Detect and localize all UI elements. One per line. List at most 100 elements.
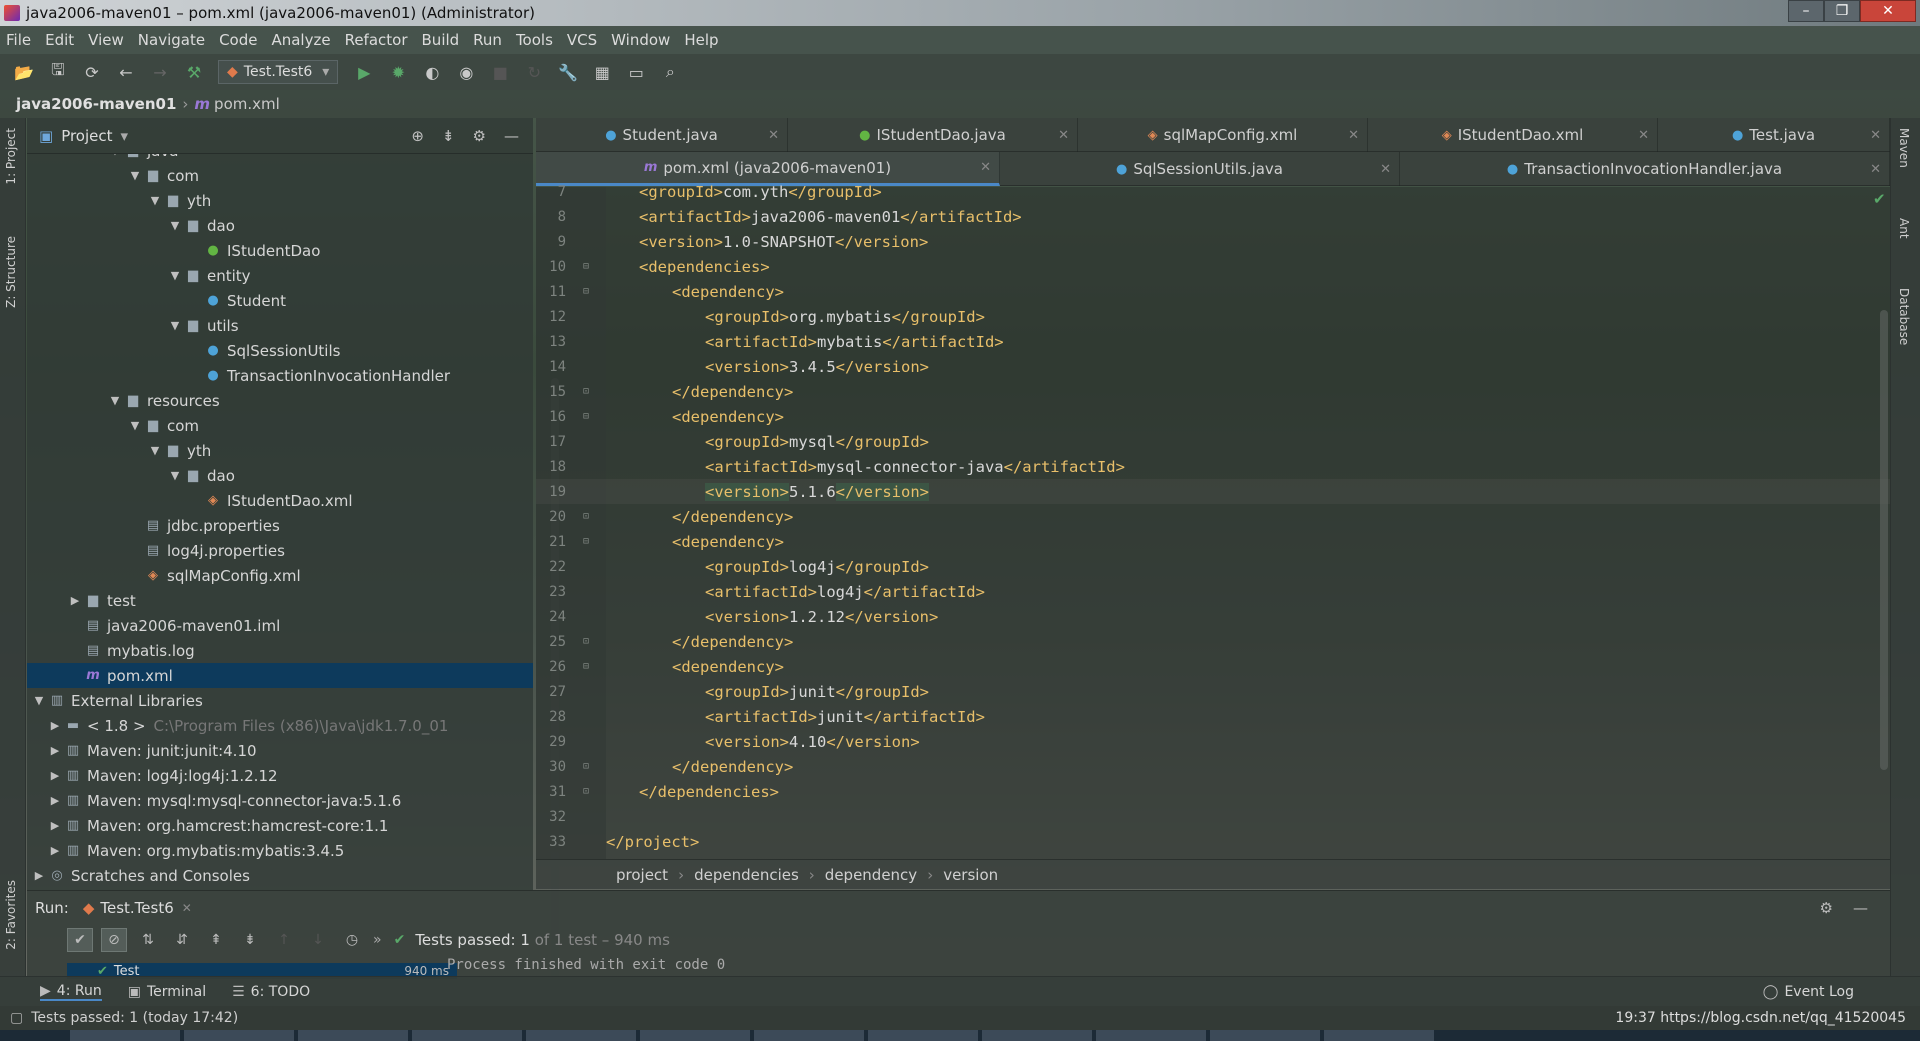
- menu-code[interactable]: Code: [219, 31, 257, 49]
- minimize-button[interactable]: –: [1788, 0, 1824, 22]
- code-line[interactable]: 11 ⊟ <dependency>: [536, 279, 1890, 304]
- taskbar-item[interactable]: [526, 1030, 636, 1041]
- locate-icon[interactable]: ⊕: [411, 127, 424, 145]
- database-tool-tab[interactable]: Database: [1897, 288, 1911, 345]
- code-line[interactable]: 21 ⊟ <dependency>: [536, 529, 1890, 554]
- maven-tool-tab[interactable]: Maven: [1897, 128, 1911, 168]
- project-tree-item[interactable]: ▶ ▥ Maven: org.mybatis:mybatis:3.4.5: [27, 838, 533, 863]
- project-tree-item[interactable]: ◈ IStudentDao.xml: [27, 488, 533, 513]
- project-tree-item[interactable]: ● SqlSessionUtils: [27, 338, 533, 363]
- sort-duration-icon[interactable]: ⇵: [169, 928, 195, 952]
- code-line[interactable]: 7 <groupId>com.yth</groupId>: [536, 179, 1890, 204]
- code-line[interactable]: 28 <artifactId>junit</artifactId>: [536, 704, 1890, 729]
- code-line[interactable]: 10 ⊟ <dependencies>: [536, 254, 1890, 279]
- menu-build[interactable]: Build: [422, 31, 460, 49]
- expanded-arrow-icon[interactable]: ▼: [167, 319, 183, 332]
- project-tree-item[interactable]: ● TransactionInvocationHandler: [27, 363, 533, 388]
- close-tab-icon[interactable]: ✕: [1638, 128, 1649, 143]
- expanded-arrow-icon[interactable]: ▼: [147, 444, 163, 457]
- code-line[interactable]: 9 <version>1.0-SNAPSHOT</version>: [536, 229, 1890, 254]
- console-output[interactable]: Process finished with exit code 0: [447, 957, 725, 973]
- fold-marker-icon[interactable]: ⊟: [566, 261, 606, 272]
- expanded-arrow-icon[interactable]: ▼: [147, 194, 163, 207]
- menu-refactor[interactable]: Refactor: [345, 31, 408, 49]
- code-line[interactable]: 18 <artifactId>mysql-connector-java</arti…: [536, 454, 1890, 479]
- tab-student-java[interactable]: ● Student.java ✕: [536, 118, 788, 152]
- expanded-arrow-icon[interactable]: ▼: [127, 419, 143, 432]
- nav-project[interactable]: java2006-maven01: [16, 95, 176, 113]
- project-tree-item[interactable]: ◈ sqlMapConfig.xml: [27, 563, 533, 588]
- run-icon[interactable]: ▶: [350, 60, 378, 84]
- ant-tool-tab[interactable]: Ant: [1897, 218, 1911, 239]
- collapsed-arrow-icon[interactable]: ▶: [47, 719, 63, 732]
- project-tree-item[interactable]: ▶ ▥ Maven: log4j:log4j:1.2.12: [27, 763, 533, 788]
- taskbar-item[interactable]: [640, 1030, 750, 1041]
- project-tree-item[interactable]: ▼ ▆ com: [27, 163, 533, 188]
- code-editor[interactable]: 7 <groupId>com.yth</groupId> 8 <artifactId>…: [536, 183, 1890, 859]
- code-line[interactable]: 33 </project>: [536, 829, 1890, 854]
- code-line[interactable]: 19 <version>5.1.6</version>: [536, 479, 1890, 504]
- code-line[interactable]: 27 <groupId>junit</groupId>: [536, 679, 1890, 704]
- back-icon[interactable]: ←: [112, 60, 140, 84]
- todo-tool-button[interactable]: ☰ 6: TODO: [232, 984, 310, 1000]
- close-tab-icon[interactable]: ✕: [980, 160, 991, 175]
- code-line[interactable]: 20 ⊡ </dependency>: [536, 504, 1890, 529]
- settings-wrench-icon[interactable]: 🔧: [554, 60, 582, 84]
- code-line[interactable]: 12 <groupId>org.mybatis</groupId>: [536, 304, 1890, 329]
- menu-navigate[interactable]: Navigate: [138, 31, 205, 49]
- expanded-arrow-icon[interactable]: ▼: [127, 169, 143, 182]
- expanded-arrow-icon[interactable]: ▼: [107, 394, 123, 407]
- sdk-manager-icon[interactable]: ▭: [622, 60, 650, 84]
- menu-run[interactable]: Run: [473, 31, 502, 49]
- terminal-tool-button[interactable]: ▣ Terminal: [128, 984, 206, 1000]
- status-message[interactable]: Tests passed: 1 (today 17:42): [31, 1010, 238, 1026]
- project-tree-item[interactable]: ▼ ▆ dao: [27, 463, 533, 488]
- sync-icon[interactable]: ⟳: [78, 60, 106, 84]
- project-tree-item[interactable]: ▤ java2006-maven01.iml: [27, 613, 533, 638]
- code-line[interactable]: 25 ⊡ </dependency>: [536, 629, 1890, 654]
- previous-failed-icon[interactable]: ↑: [271, 928, 297, 952]
- fold-marker-icon[interactable]: ⊡: [566, 636, 606, 647]
- collapsed-arrow-icon[interactable]: ▶: [47, 819, 63, 832]
- code-line[interactable]: 29 <version>4.10</version>: [536, 729, 1890, 754]
- collapse-all-icon[interactable]: ⇟: [442, 127, 455, 145]
- tab-test-java[interactable]: ● Test.java ✕: [1658, 118, 1890, 152]
- menu-edit[interactable]: Edit: [45, 31, 74, 49]
- project-tree-item[interactable]: ▼ ▆ resources: [27, 388, 533, 413]
- show-ignored-icon[interactable]: ⊘: [101, 928, 127, 952]
- code-line[interactable]: 30 ⊡ </dependency>: [536, 754, 1890, 779]
- coverage-icon[interactable]: ◐: [418, 60, 446, 84]
- project-tree-item[interactable]: ▶ ▥ Maven: mysql:mysql-connector-java:5.1.…: [27, 788, 533, 813]
- crumb-dependency[interactable]: dependency: [825, 866, 917, 884]
- status-toggle-icon[interactable]: ▢: [10, 1010, 23, 1026]
- chevron-down-icon[interactable]: ▾: [121, 127, 129, 145]
- tab-sqlmapconfig-xml[interactable]: ◈ sqlMapConfig.xml ✕: [1078, 118, 1368, 152]
- taskbar-item[interactable]: [868, 1030, 978, 1041]
- open-folder-icon[interactable]: 📂: [10, 60, 38, 84]
- collapsed-arrow-icon[interactable]: ▶: [67, 594, 83, 607]
- code-line[interactable]: 24 <version>1.2.12</version>: [536, 604, 1890, 629]
- project-tree-item[interactable]: ▤ log4j.properties: [27, 538, 533, 563]
- favorites-tool-tab[interactable]: 2: Favorites: [4, 880, 18, 950]
- crumb-dependencies[interactable]: dependencies: [694, 866, 799, 884]
- collapsed-arrow-icon[interactable]: ▶: [47, 769, 63, 782]
- collapse-all-icon[interactable]: ⇟: [237, 928, 263, 952]
- more-icon[interactable]: »: [373, 932, 382, 948]
- show-passed-icon[interactable]: ✔: [67, 928, 93, 952]
- taskbar-item[interactable]: [184, 1030, 294, 1041]
- code-line[interactable]: 26 ⊟ <dependency>: [536, 654, 1890, 679]
- search-icon[interactable]: ⌕: [656, 60, 684, 84]
- collapsed-arrow-icon[interactable]: ▶: [47, 844, 63, 857]
- structure-tool-tab[interactable]: Z: Structure: [4, 236, 18, 308]
- expanded-arrow-icon[interactable]: ▼: [167, 219, 183, 232]
- code-line[interactable]: 32: [536, 804, 1890, 829]
- menu-view[interactable]: View: [88, 31, 124, 49]
- run-tool-button[interactable]: ▶ 4: Run: [40, 983, 102, 1001]
- taskbar-item[interactable]: [70, 1030, 180, 1041]
- taskbar-item[interactable]: [412, 1030, 522, 1041]
- taskbar-item[interactable]: [1324, 1030, 1434, 1041]
- expand-all-icon[interactable]: ⇞: [203, 928, 229, 952]
- project-tree-item[interactable]: ▶ ▥ Maven: junit:junit:4.10: [27, 738, 533, 763]
- fold-marker-icon[interactable]: ⊟: [566, 661, 606, 672]
- collapsed-arrow-icon[interactable]: ▶: [47, 794, 63, 807]
